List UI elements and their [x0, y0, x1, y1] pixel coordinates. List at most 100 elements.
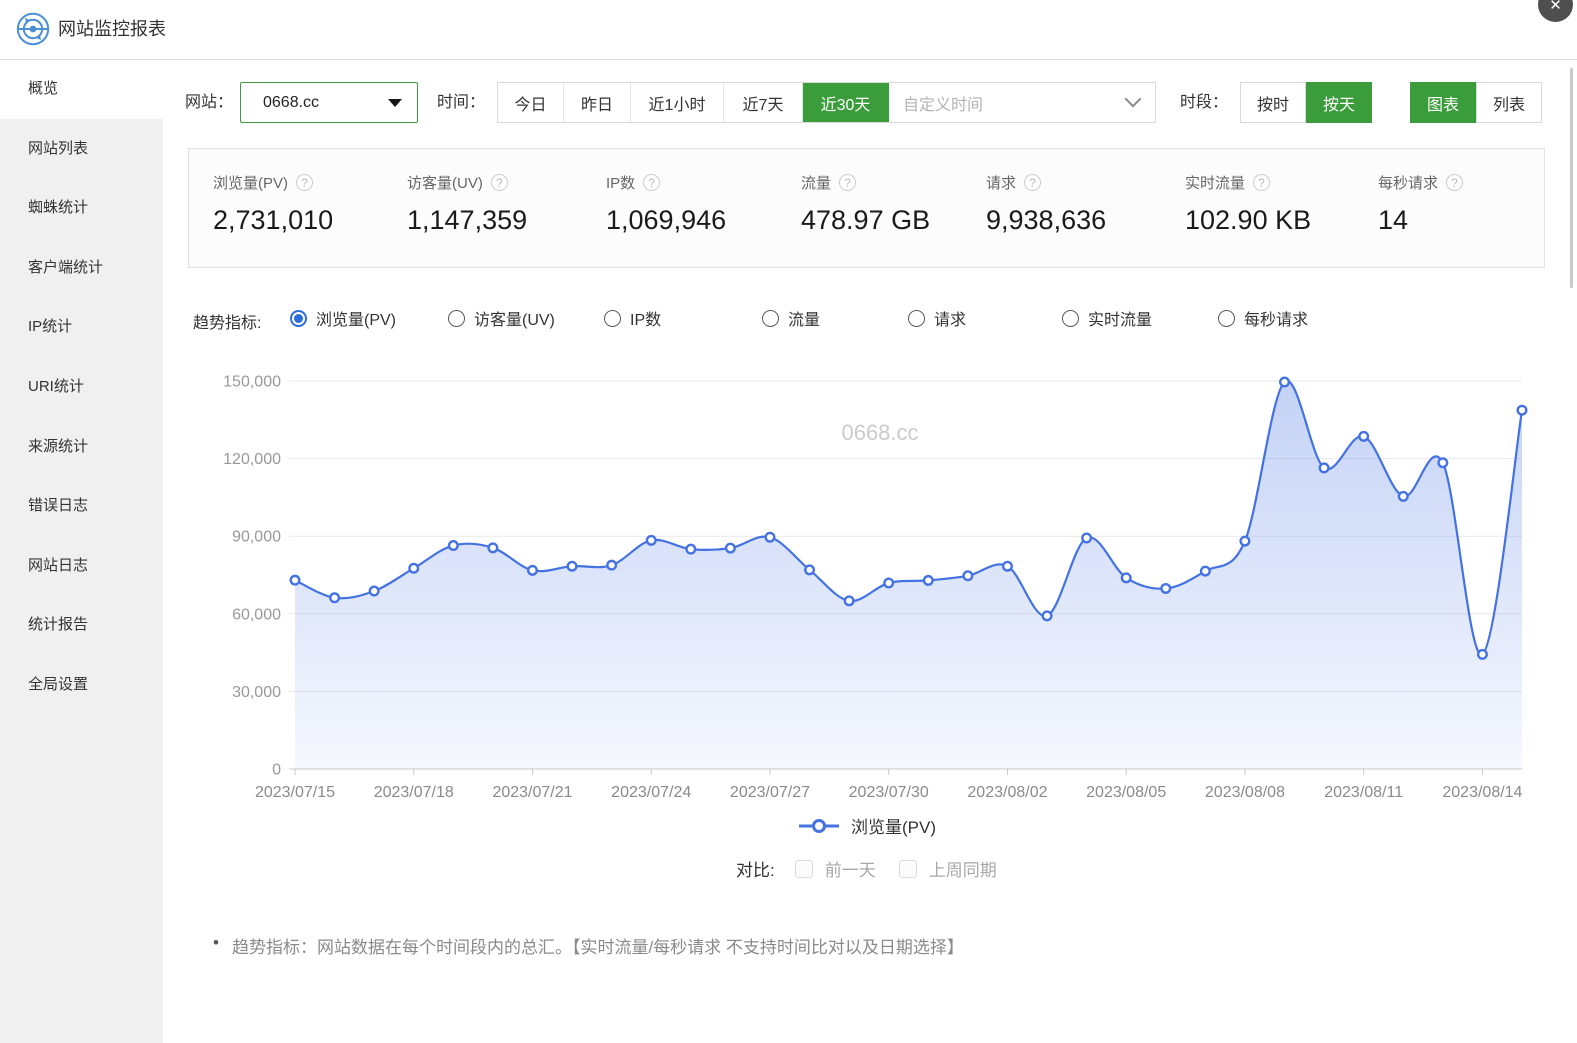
x-axis-tick-label: 2023/07/24 — [611, 784, 691, 801]
data-point-marker[interactable] — [1478, 650, 1487, 659]
compare-prev-week[interactable]: 上周同期 — [899, 856, 997, 881]
data-point-marker[interactable] — [1122, 574, 1131, 583]
time-last-30d[interactable]: 近30天 — [803, 83, 889, 122]
radio-metric-ip[interactable]: IP数 — [604, 306, 661, 330]
caret-down-icon — [388, 99, 402, 107]
stat-requests-value: 9,938,636 — [986, 205, 1106, 236]
radio-label: 实时流量 — [1088, 306, 1152, 330]
y-axis-tick-label: 150,000 — [223, 374, 281, 391]
data-point-marker[interactable] — [805, 566, 814, 575]
radio-metric-uv[interactable]: 访客量(UV) — [448, 306, 555, 330]
sidebar-item-overview[interactable]: 概览 — [0, 59, 163, 119]
data-point-marker[interactable] — [1043, 612, 1052, 621]
time-yesterday[interactable]: 昨日 — [564, 83, 631, 122]
data-point-marker[interactable] — [924, 576, 933, 585]
help-icon[interactable]: ? — [296, 174, 313, 191]
data-point-marker[interactable] — [1161, 584, 1170, 593]
legend-item-pv[interactable]: 浏览量(PV) — [798, 813, 936, 838]
data-point-marker[interactable] — [291, 576, 300, 585]
chevron-down-icon — [1125, 91, 1142, 108]
watermark: 0668.cc — [841, 420, 918, 445]
period-label: 时段： — [1180, 82, 1228, 123]
radio-label: 流量 — [788, 306, 820, 330]
help-icon[interactable]: ? — [491, 174, 508, 191]
help-icon[interactable]: ? — [1024, 174, 1041, 191]
stat-ip-value: 1,069,946 — [606, 205, 726, 236]
data-point-marker[interactable] — [766, 533, 775, 542]
radio-metric-requests[interactable]: 请求 — [908, 306, 966, 330]
data-point-marker[interactable] — [964, 571, 973, 580]
checkbox-icon[interactable] — [899, 860, 917, 878]
custom-time-select[interactable]: 自定义时间 — [889, 83, 1155, 122]
radio-metric-traffic[interactable]: 流量 — [762, 306, 820, 330]
radio-icon — [762, 310, 779, 327]
help-icon[interactable]: ? — [1253, 174, 1270, 191]
time-label: 时间： — [437, 82, 485, 123]
time-last-7d[interactable]: 近7天 — [724, 83, 803, 122]
data-point-marker[interactable] — [1280, 378, 1289, 387]
view-chart[interactable]: 图表 — [1410, 82, 1476, 123]
sidebar-item-spider-stats[interactable]: 蜘蛛统计 — [0, 178, 163, 238]
data-point-marker[interactable] — [449, 541, 458, 550]
sidebar-item-ip-stats[interactable]: IP统计 — [0, 297, 163, 357]
sidebar-item-site-list[interactable]: 网站列表 — [0, 119, 163, 179]
radio-metric-rps[interactable]: 每秒请求 — [1218, 306, 1308, 330]
compare-row: 对比: 前一天上周同期 — [736, 856, 1020, 881]
data-point-marker[interactable] — [370, 587, 379, 596]
data-point-marker[interactable] — [1201, 567, 1210, 576]
scrollbar[interactable] — [1570, 68, 1573, 288]
data-point-marker[interactable] — [884, 579, 893, 588]
y-axis-tick-label: 0 — [272, 762, 281, 779]
time-today[interactable]: 今日 — [498, 83, 564, 122]
help-icon[interactable]: ? — [839, 174, 856, 191]
help-icon[interactable]: ? — [643, 174, 660, 191]
data-point-marker[interactable] — [687, 545, 696, 554]
data-point-marker[interactable] — [607, 561, 616, 570]
data-point-marker[interactable] — [1518, 406, 1527, 415]
data-point-marker[interactable] — [1241, 537, 1250, 546]
data-point-marker[interactable] — [1359, 432, 1368, 441]
stat-realtime-traffic-value: 102.90 KB — [1185, 205, 1311, 236]
trend-chart: 030,00060,00090,000120,000150,0002023/07… — [0, 355, 1577, 810]
radio-metric-realtime-traffic[interactable]: 实时流量 — [1062, 306, 1152, 330]
radio-metric-pv[interactable]: 浏览量(PV) — [290, 306, 396, 330]
data-point-marker[interactable] — [647, 536, 656, 545]
stat-traffic-label-row: 流量? — [801, 172, 856, 193]
compare-prev-day[interactable]: 前一天 — [795, 856, 876, 881]
x-axis-tick-label: 2023/07/18 — [374, 784, 454, 801]
data-point-marker[interactable] — [1399, 492, 1408, 501]
x-axis-tick-label: 2023/08/08 — [1205, 784, 1285, 801]
radio-icon — [290, 310, 307, 327]
radio-label: 每秒请求 — [1244, 306, 1308, 330]
data-point-marker[interactable] — [330, 593, 339, 602]
stat-uv-value: 1,147,359 — [407, 205, 527, 236]
checkbox-icon[interactable] — [795, 860, 813, 878]
stat-uv-label: 访客量(UV) — [407, 172, 483, 193]
app-header: 网站监控报表 — [0, 0, 1577, 60]
help-icon[interactable]: ? — [1446, 174, 1463, 191]
radio-icon — [448, 310, 465, 327]
period-by-hour[interactable]: 按时 — [1240, 82, 1306, 123]
radio-label: IP数 — [630, 306, 661, 330]
x-axis-tick-label: 2023/08/14 — [1442, 784, 1522, 801]
stats-panel: 浏览量(PV)?2,731,010访客量(UV)?1,147,359IP数?1,… — [188, 148, 1545, 268]
x-axis-tick-label: 2023/07/21 — [492, 784, 572, 801]
period-by-day[interactable]: 按天 — [1306, 82, 1372, 123]
data-point-marker[interactable] — [528, 566, 537, 575]
data-point-marker[interactable] — [489, 544, 498, 553]
data-point-marker[interactable] — [409, 564, 418, 573]
view-list[interactable]: 列表 — [1476, 82, 1542, 123]
footnote: • 趋势指标：网站数据在每个时间段内的总汇。【实时流量/每秒请求 不支持时间比对… — [213, 933, 964, 958]
data-point-marker[interactable] — [1003, 562, 1012, 571]
site-label: 网站： — [185, 82, 233, 123]
site-select[interactable]: 0668.cc — [240, 82, 418, 123]
site-select-value: 0668.cc — [263, 83, 319, 122]
data-point-marker[interactable] — [726, 544, 735, 553]
data-point-marker[interactable] — [845, 597, 854, 606]
data-point-marker[interactable] — [1439, 458, 1448, 467]
sidebar-item-client-stats[interactable]: 客户端统计 — [0, 238, 163, 298]
data-point-marker[interactable] — [568, 562, 577, 571]
data-point-marker[interactable] — [1320, 464, 1329, 473]
data-point-marker[interactable] — [1082, 534, 1091, 543]
time-last-1h[interactable]: 近1小时 — [631, 83, 724, 122]
